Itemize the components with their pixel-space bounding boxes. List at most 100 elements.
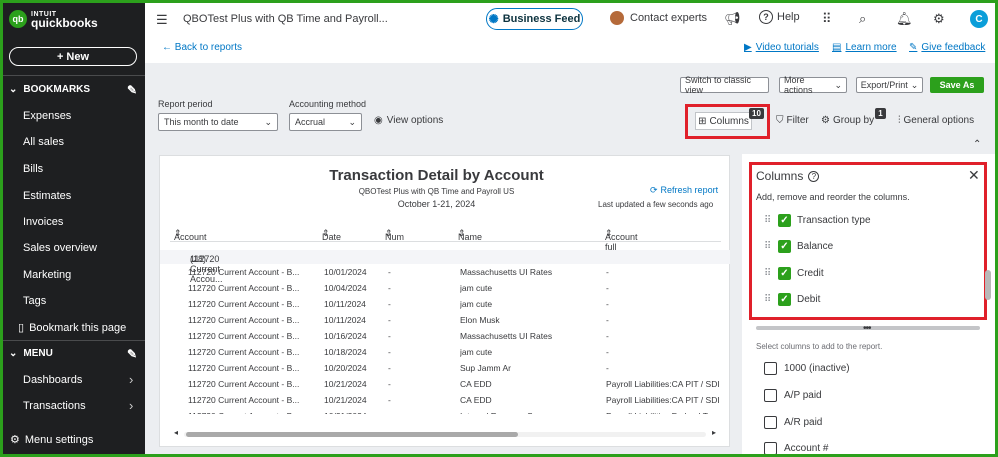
user-avatar[interactable]: C (970, 10, 988, 28)
bookmarks-header[interactable]: ⌄ BOOKMARKS ✎ (9, 83, 137, 97)
eye-icon: ◉ (374, 115, 383, 126)
col-header-num[interactable]: Num ⇕ (385, 228, 404, 242)
contact-experts-button[interactable]: Contact experts (610, 11, 707, 25)
filter-button[interactable]: ⛉ Filter (776, 115, 809, 126)
col-header-name[interactable]: Name ⇕ (458, 228, 482, 242)
table-cell: Massachusetts UI Rates (460, 331, 553, 341)
header-label: Name (458, 232, 483, 242)
available-column-ar-paid[interactable]: A/R paid (764, 416, 822, 429)
table-row[interactable]: 112720 Current Account - B... 10/16/2024 -… (160, 328, 730, 344)
scroll-right-icon[interactable]: ▸ (712, 428, 716, 437)
export-print-button[interactable]: Export/Print ⌄ (856, 77, 923, 93)
report-period-select[interactable]: This month to date ⌄ (158, 113, 278, 131)
resize-handle-icon[interactable]: ••• (863, 323, 871, 334)
pencil-icon[interactable]: ✎ (127, 347, 137, 361)
expert-avatar-icon (610, 11, 624, 25)
table-row[interactable]: 112720 Current Account - B... 10/21/2024 -… (160, 392, 730, 408)
apps-grid-icon[interactable]: ⠿ (822, 11, 832, 27)
available-column-1000-inactive[interactable]: 1000 (inactive) (764, 362, 850, 375)
chevron-down-icon: ⌄ (9, 84, 18, 95)
export-label: Export/Print (860, 80, 908, 90)
sidebar-item-transactions[interactable]: Transactions › (23, 398, 133, 413)
group-by-label: Group by (832, 115, 875, 126)
refresh-label: Refresh report (660, 185, 719, 195)
sidebar-item-tags[interactable]: Tags (23, 295, 46, 307)
more-actions-button[interactable]: More actions ⌄ (779, 75, 847, 95)
video-tutorials-link[interactable]: ▶ Video tutorials (744, 42, 819, 53)
scroll-left-icon[interactable]: ◂ (174, 428, 178, 437)
available-column-ap-paid[interactable]: A/P paid (764, 389, 822, 402)
table-cell: 112720 Current Account - B... (188, 411, 313, 414)
chevron-up-icon[interactable]: ⌃ (973, 139, 981, 150)
back-to-reports-link[interactable]: ← Back to reports (162, 42, 242, 53)
bookmarks-label: BOOKMARKS (23, 84, 91, 95)
general-options-button[interactable]: ⫶ General options (898, 115, 974, 126)
table-cell: - (606, 267, 609, 277)
table-row[interactable]: 112720 Current Account - B... 10/01/2024 -… (160, 264, 730, 280)
accounting-method-label: Accounting method (289, 99, 367, 109)
refresh-report-link[interactable]: ⟳ Refresh report (650, 185, 718, 196)
col-header-account-full-name[interactable]: Account full name ⇕ (605, 228, 638, 262)
megaphone-icon[interactable]: 📢︎ (724, 11, 741, 27)
save-as-button[interactable]: Save As (930, 77, 984, 93)
accounting-method-select[interactable]: Accrual ⌄ (289, 113, 362, 131)
report-period-label: Report period (158, 99, 213, 109)
vertical-scrollbar[interactable] (985, 270, 991, 300)
menu-settings-label: Menu settings (24, 433, 94, 446)
table-row[interactable]: 112720 Current Account - B... 10/18/2024 -… (160, 344, 730, 360)
pencil-icon[interactable]: ✎ (127, 83, 137, 97)
report-card: Transaction Detail by Account QBOTest Pl… (159, 155, 730, 447)
table-cell: - (388, 379, 391, 389)
col-header-account[interactable]: Account ⇕ (174, 228, 207, 242)
sidebar-item-dashboards[interactable]: Dashboards › (23, 372, 133, 387)
sidebar-item-bills[interactable]: Bills (23, 163, 43, 175)
business-feed-button[interactable]: ✺ Business Feed (486, 8, 583, 30)
table-cell: CA EDD (460, 379, 492, 389)
quickbooks-logo[interactable]: qb INTUIT quickbooks (9, 10, 98, 29)
checkbox-unchecked[interactable] (764, 362, 777, 375)
columns-icon: ⊞ (698, 115, 707, 127)
table-cell: jam cute (460, 283, 493, 293)
company-name[interactable]: QBOTest Plus with QB Time and Payroll... (183, 13, 388, 25)
search-icon[interactable]: ⌕ (859, 11, 866, 27)
bookmark-this-page[interactable]: ▯ Bookmark this page (18, 321, 127, 335)
checkbox-unchecked[interactable] (764, 416, 777, 429)
table-row[interactable]: 112720 Current Account - B... 10/20/2024 -… (160, 360, 730, 376)
sidebar-item-marketing[interactable]: Marketing (23, 269, 71, 281)
table-row[interactable]: 112720 Current Account - B... 10/04/2024 -… (160, 280, 730, 296)
gear-icon[interactable]: ⚙ (933, 11, 945, 27)
table-row[interactable]: 112720 Current Account - B... 10/21/2024 -… (160, 408, 730, 414)
table-cell: Elon Musk (460, 315, 500, 325)
bell-icon[interactable]: 🔔︎ (896, 11, 913, 27)
bookmark-page-label: Bookmark this page (29, 321, 127, 334)
sidebar-item-sales-overview[interactable]: Sales overview (23, 242, 97, 254)
sidebar-item-all-sales[interactable]: All sales (23, 136, 64, 148)
sidebar-item-invoices[interactable]: Invoices (23, 216, 63, 228)
view-options-button[interactable]: ◉ View options (374, 115, 443, 126)
checkbox-unchecked[interactable] (764, 389, 777, 402)
sidebar-item-expenses[interactable]: Expenses (23, 110, 71, 122)
table-row[interactable]: 112720 Current Account - B... 10/11/2024 -… (160, 296, 730, 312)
available-column-account-number[interactable]: Account # (764, 442, 828, 455)
feedback-label: Give feedback (921, 42, 986, 53)
menu-header[interactable]: ⌄ MENU ✎ (9, 347, 137, 361)
col-header-date[interactable]: Date ⇕ (322, 228, 341, 242)
table-row[interactable]: 112720 Current Account - B... 10/21/2024 -… (160, 376, 730, 392)
table-cell: 112720 Current Account - B... (188, 283, 300, 293)
horizontal-scrollbar[interactable]: ◂ ▸ (174, 428, 716, 438)
new-button[interactable]: + New (9, 47, 137, 66)
give-feedback-link[interactable]: ✎ Give feedback (909, 42, 985, 53)
switch-classic-button[interactable]: Switch to classic view (680, 75, 769, 95)
group-row[interactable]: ⌄ 112720 Current Accou... (18) (160, 250, 730, 284)
checkbox-unchecked[interactable] (764, 442, 777, 455)
group-by-button[interactable]: ⚙ Group by (821, 115, 874, 126)
columns-button[interactable]: ⊞ Columns (695, 112, 752, 130)
collapse-menu-icon[interactable]: ☰ (156, 12, 168, 28)
header-label: Num (385, 232, 405, 242)
menu-settings[interactable]: ⚙ Menu settings (10, 433, 94, 447)
sidebar-item-estimates[interactable]: Estimates (23, 190, 71, 202)
help-button[interactable]: ? Help (759, 10, 800, 24)
scroll-thumb[interactable] (186, 432, 518, 437)
table-row[interactable]: 112720 Current Account - B... 10/11/2024 -… (160, 312, 730, 328)
learn-more-link[interactable]: ▤ Learn more (832, 42, 897, 53)
